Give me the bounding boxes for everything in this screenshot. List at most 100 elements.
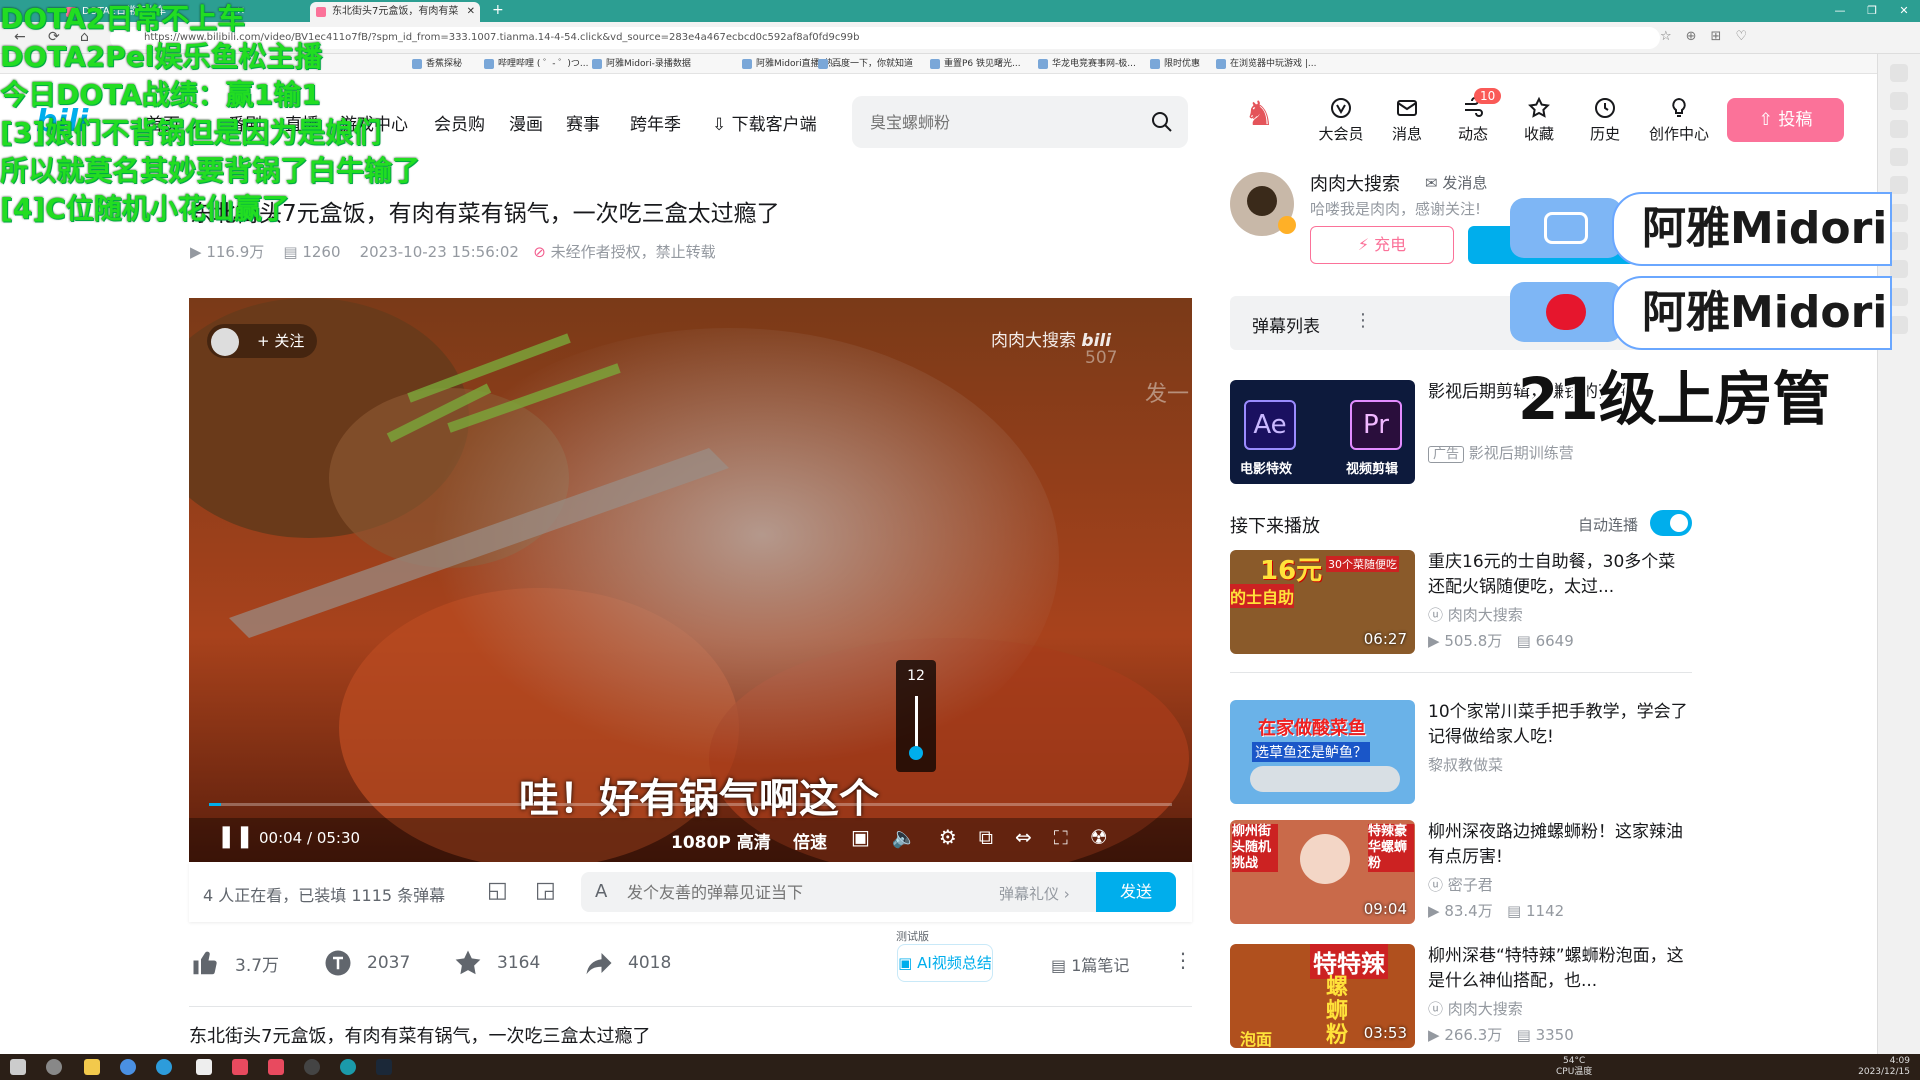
app-icon[interactable] (304, 1059, 320, 1075)
taskbar-search-icon[interactable] (46, 1059, 62, 1075)
speed-button[interactable]: 倍速 (793, 828, 827, 853)
volume-icon[interactable]: 🔈 (892, 825, 939, 849)
bookmark[interactable]: 哔哩哔哩 ( ゜- ゜)つ... (484, 57, 588, 71)
more-icon[interactable]: ⋮ (1173, 948, 1193, 972)
subtitle-off-icon[interactable]: ▣ (851, 825, 892, 849)
app-icon[interactable] (268, 1059, 284, 1075)
coin-button[interactable]: 2037 (323, 948, 410, 978)
ae-logo-icon: Ae (1244, 400, 1296, 450)
pause-icon[interactable]: ❚❚ (217, 824, 254, 849)
autoplay-toggle[interactable] (1650, 510, 1692, 536)
nav-new-year[interactable]: 跨年季 (630, 110, 681, 135)
bookmark[interactable]: 百度一下，你就知道 (818, 57, 913, 71)
header-creator-center[interactable]: 创作中心 (1641, 96, 1717, 144)
nav-download-client[interactable]: ⇩ 下载客户端 (712, 110, 817, 135)
browser-toolbar-icons[interactable]: ☆⊕⊞♡ (1660, 29, 1761, 44)
app-icon[interactable] (196, 1059, 212, 1075)
danmaku-settings-icon[interactable]: ◲ (535, 878, 556, 903)
sidebar-app-icon[interactable] (1890, 204, 1908, 222)
bookmark[interactable]: 阿雅Midori-录播数据 (592, 57, 691, 71)
header-history[interactable]: 历史 (1575, 96, 1635, 144)
bookmark[interactable]: 限时优惠 (1150, 57, 1200, 71)
app-icon[interactable] (232, 1059, 248, 1075)
video-card[interactable]: 特特辣 螺蛳粉 泡面 03:53 柳州深巷“特特辣”螺蛳粉泡面，这是什么神仙搭配… (1230, 944, 1692, 1050)
app-icon[interactable] (340, 1059, 356, 1075)
start-icon[interactable] (10, 1059, 26, 1075)
bookmark[interactable]: 华龙电竞赛事网-极... (1038, 57, 1136, 71)
favorite-button[interactable]: 3164 (453, 948, 540, 978)
danmaku-etiquette-link[interactable]: 弹幕礼仪 › (999, 883, 1070, 904)
avatar[interactable]: ♞ (1244, 94, 1288, 142)
minimize-icon[interactable]: — (1824, 0, 1856, 22)
close-tab-icon[interactable]: ✕ (467, 2, 475, 22)
send-message-button[interactable]: ✉ 发消息 (1425, 172, 1487, 193)
uploader-name[interactable]: 肉肉大搜索 (1310, 170, 1400, 196)
fullscreen-icon[interactable]: ⛶ (1054, 825, 1090, 849)
header-messages[interactable]: 消息 (1377, 96, 1437, 144)
sidebar-app-icon[interactable] (1890, 260, 1908, 278)
nav-mall[interactable]: 会员购 (434, 110, 485, 135)
ad-thumb-label: 电影特效 (1240, 462, 1293, 477)
header-favorites[interactable]: 收藏 (1509, 96, 1569, 144)
like-button[interactable]: 3.7万 (191, 948, 279, 978)
share-button[interactable]: 4018 (584, 948, 671, 978)
video-card[interactable]: 在家做酸菜鱼 选草鱼还是鲈鱼？ 10个家常川菜手把手教学，学会了记得做给家人吃!… (1230, 700, 1692, 804)
progress-bar[interactable] (209, 803, 1172, 806)
widescreen-icon[interactable]: ⇔ (1015, 825, 1054, 849)
search-input[interactable] (870, 111, 1130, 133)
send-danmaku-button[interactable]: 发送 (1096, 872, 1176, 912)
video-stats: ▶ 505.8万 ▤ 6649 (1428, 632, 1574, 650)
danmaku-list-more-icon[interactable]: ⋮ (1354, 310, 1372, 331)
steam-icon[interactable] (376, 1059, 392, 1075)
bookmark[interactable]: 在浏览器中玩游戏 |... (1216, 57, 1316, 71)
video-card[interactable]: 16元 30个菜随便吃 的士自助 06:27 重庆16元的士自助餐，30多个菜还… (1230, 550, 1692, 658)
sidebar-app-icon[interactable] (1890, 148, 1908, 166)
video-duration: 03:53 (1363, 1024, 1407, 1042)
sidebar-app-icon[interactable] (1890, 64, 1908, 82)
maximize-icon[interactable]: ❐ (1856, 0, 1888, 22)
sidebar-app-icon[interactable] (1890, 232, 1908, 250)
light-icon[interactable]: ☢ (1090, 825, 1130, 849)
edge-icon[interactable] (156, 1059, 172, 1075)
video-card[interactable]: 柳州街头随机挑战 特辣豪华螺蛳粉 09:04 柳州深夜路边摊螺蛳粉！这家辣油有点… (1230, 820, 1692, 926)
pip-icon[interactable]: ⧉ (979, 825, 1015, 849)
new-tab-button[interactable]: + (492, 2, 504, 18)
ad-source: 广告 影视后期训练营 (1428, 442, 1574, 463)
sidebar-add-icon[interactable] (1890, 316, 1908, 334)
fish-image (1250, 766, 1400, 792)
header-vip[interactable]: 大会员 (1311, 96, 1371, 144)
search-icon[interactable] (1150, 110, 1174, 134)
close-window-icon[interactable]: ✕ (1888, 0, 1920, 22)
settings-icon[interactable]: ⚙ (939, 825, 979, 849)
system-clock[interactable]: 4:09 2023/12/15 (1858, 1056, 1910, 1078)
sidebar-app-icon[interactable] (1890, 288, 1908, 306)
browser-icon[interactable] (120, 1059, 136, 1075)
video-uploader: ⓤ 密子君 (1428, 876, 1493, 894)
sidebar-app-icon[interactable] (1890, 120, 1908, 138)
danmaku-toggle-icon[interactable]: ◱ (487, 878, 508, 903)
font-style-icon[interactable]: A (595, 881, 607, 902)
file-explorer-icon[interactable] (84, 1059, 100, 1075)
danmaku-input[interactable] (627, 882, 947, 902)
charge-button[interactable]: ⚡ 充电 (1310, 226, 1454, 264)
video-title: 柳州深夜路边摊螺蛳粉！这家辣油有点厉害! (1428, 822, 1683, 867)
sidebar-app-icon[interactable] (1890, 176, 1908, 194)
weibo-shape (1546, 294, 1586, 330)
quality-button[interactable]: 1080P 高清 (671, 828, 771, 853)
danmaku-count: 1260 (302, 243, 341, 261)
player-control-icons[interactable]: ▣🔈⚙⧉⇔⛶☢ (851, 825, 1130, 849)
thumb-text: 选草鱼还是鲈鱼？ (1252, 742, 1370, 762)
nav-manga[interactable]: 漫画 (509, 110, 543, 135)
sidebar-app-icon[interactable] (1890, 92, 1908, 110)
video-player[interactable]: + 关注 肉肉大搜索 bili 507 发一 哇！好有锅气啊这个 12 ❚❚ 0… (189, 298, 1192, 862)
ai-summary-button[interactable]: ▣ AI视频总结 (897, 944, 993, 982)
nav-esports[interactable]: 赛事 (566, 110, 600, 135)
volume-knob[interactable] (909, 746, 923, 760)
notes-button[interactable]: ▤ 1篇笔记 (1051, 952, 1129, 976)
bookmark[interactable]: 重置P6 铁见曙光... (930, 57, 1021, 71)
upload-button[interactable]: ⇧ 投稿 (1727, 98, 1844, 142)
pr-logo-icon: Pr (1350, 400, 1402, 450)
view-count: 116.9万 (206, 243, 265, 261)
floating-danmaku: 发一 (1145, 382, 1190, 407)
volume-track[interactable] (915, 696, 918, 752)
